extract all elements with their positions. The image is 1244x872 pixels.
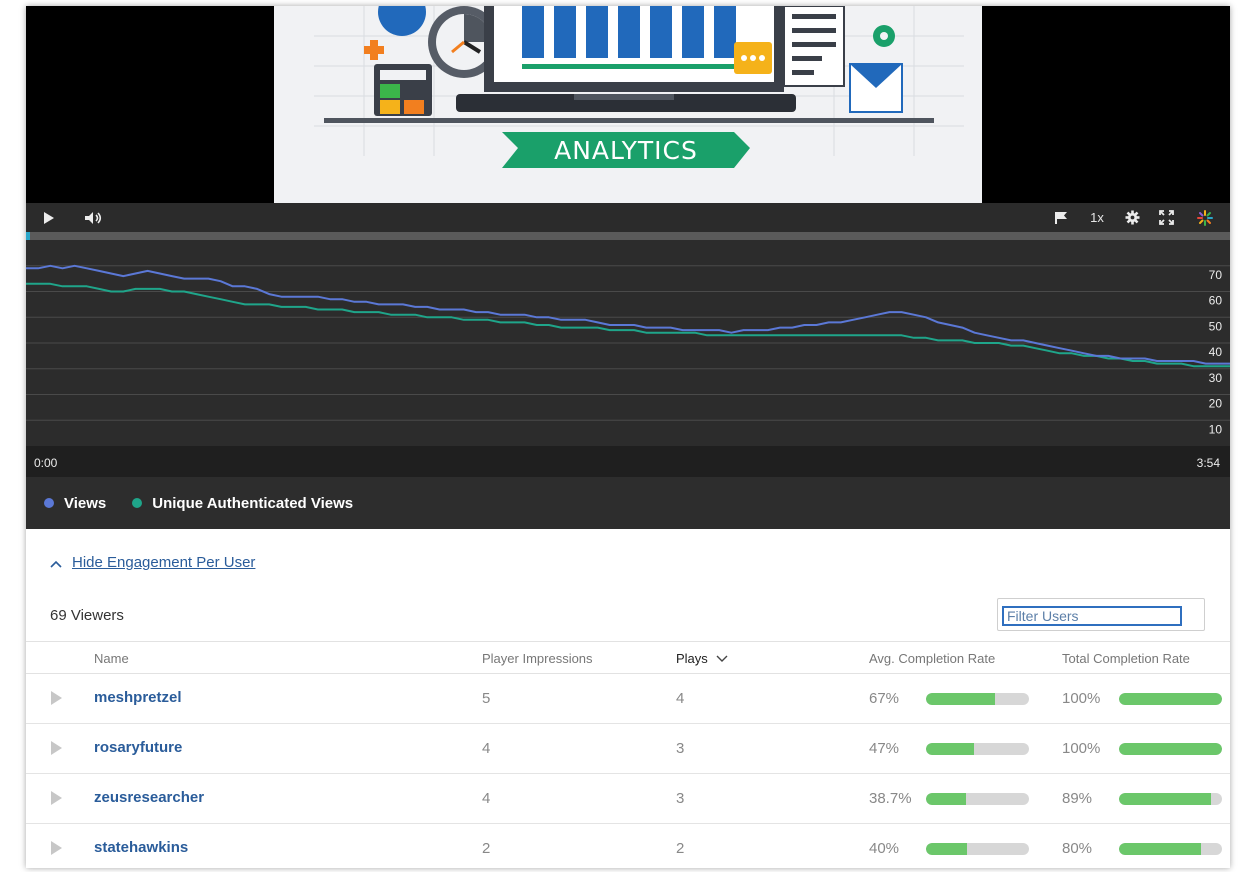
y-tick-label: 70 bbox=[1209, 268, 1223, 282]
y-tick-label: 10 bbox=[1209, 422, 1223, 436]
table-row[interactable]: rosaryfuture 4 3 47% 100% bbox=[26, 724, 1230, 774]
kaltura-logo-button[interactable] bbox=[1193, 203, 1217, 232]
chevron-down-icon bbox=[716, 655, 728, 662]
video-thumbnail: ANALYTICS bbox=[274, 6, 982, 203]
impressions-value: 4 bbox=[482, 740, 491, 757]
y-tick-label: 40 bbox=[1209, 345, 1223, 359]
total-completion-value: 100% bbox=[1062, 690, 1101, 707]
y-tick-label: 30 bbox=[1209, 371, 1223, 385]
column-header-avg-completion-rate[interactable]: Avg. Completion Rate bbox=[869, 651, 995, 666]
column-header-total-completion-rate[interactable]: Total Completion Rate bbox=[1062, 651, 1190, 666]
impressions-value: 2 bbox=[482, 840, 491, 857]
play-icon bbox=[44, 211, 54, 224]
playback-speed-button[interactable]: 1x bbox=[1084, 203, 1110, 232]
chart-time-axis: 0:00 3:54 bbox=[26, 446, 1230, 477]
volume-button[interactable] bbox=[81, 203, 105, 232]
filter-users-box bbox=[997, 598, 1205, 631]
expand-row-icon[interactable] bbox=[51, 841, 62, 855]
legend-dot-views bbox=[44, 498, 54, 508]
legend-label-unique-views: Unique Authenticated Views bbox=[152, 494, 354, 512]
chevron-up-icon bbox=[50, 555, 62, 571]
hide-engagement-link[interactable]: Hide Engagement Per User bbox=[72, 554, 255, 571]
chart-legend: Views Unique Authenticated Views bbox=[26, 477, 1230, 529]
avg-completion-bar bbox=[926, 743, 1029, 755]
time-end-label: 3:54 bbox=[1196, 456, 1220, 470]
total-completion-bar bbox=[1119, 693, 1222, 705]
video-player[interactable]: ANALYTICS bbox=[26, 6, 1230, 203]
table-row[interactable]: statehawkins 2 2 40% 80% bbox=[26, 824, 1230, 868]
user-name-link[interactable]: statehawkins bbox=[94, 839, 188, 856]
legend-item-views: Views bbox=[44, 495, 106, 512]
expand-row-icon[interactable] bbox=[51, 691, 62, 705]
avg-completion-value: 38.7% bbox=[869, 790, 912, 807]
avg-completion-value: 47% bbox=[869, 740, 900, 757]
plays-value: 4 bbox=[676, 690, 685, 707]
plays-value: 3 bbox=[676, 740, 685, 757]
settings-button[interactable] bbox=[1121, 203, 1143, 232]
plays-header-label: Plays bbox=[676, 651, 708, 666]
expand-row-icon[interactable] bbox=[51, 791, 62, 805]
avg-completion-bar bbox=[926, 793, 1029, 805]
legend-dot-unique-views bbox=[132, 498, 143, 508]
thumbnail-title: ANALYTICS bbox=[554, 136, 698, 165]
plays-value: 2 bbox=[676, 840, 685, 857]
legend-label-views: Views bbox=[64, 494, 107, 512]
flag-button[interactable] bbox=[1050, 203, 1072, 232]
impressions-value: 5 bbox=[482, 690, 491, 707]
expand-row-icon[interactable] bbox=[51, 741, 62, 755]
seek-bar[interactable] bbox=[26, 232, 1230, 240]
views-over-time-chart: 10 20 30 40 50 60 70 bbox=[26, 240, 1230, 446]
views-line bbox=[26, 264, 1230, 365]
analytics-panel: ANALYTICS 1x 10 20 30 40 50 60 70 0:00 3… bbox=[26, 6, 1230, 868]
volume-icon bbox=[85, 211, 102, 224]
gear-icon bbox=[1125, 210, 1139, 225]
total-completion-bar bbox=[1119, 843, 1222, 855]
plays-value: 3 bbox=[676, 790, 685, 807]
user-name-link[interactable]: rosaryfuture bbox=[94, 739, 182, 756]
column-header-player-impressions[interactable]: Player Impressions bbox=[482, 651, 593, 666]
column-header-plays[interactable]: Plays bbox=[676, 651, 728, 666]
seek-handle[interactable] bbox=[26, 232, 30, 240]
total-completion-value: 80% bbox=[1062, 840, 1093, 857]
total-completion-value: 100% bbox=[1062, 740, 1101, 757]
avg-completion-value: 67% bbox=[869, 690, 900, 707]
analytics-illustration: ANALYTICS bbox=[314, 6, 964, 168]
kaltura-logo-icon bbox=[1197, 209, 1213, 226]
player-controls: 1x bbox=[26, 203, 1230, 232]
filter-users-input[interactable] bbox=[1002, 606, 1182, 626]
play-button[interactable] bbox=[38, 203, 60, 232]
total-completion-bar bbox=[1119, 793, 1222, 805]
table-row[interactable]: zeusresearcher 4 3 38.7% 89% bbox=[26, 774, 1230, 824]
avg-completion-value: 40% bbox=[869, 840, 900, 857]
total-completion-value: 89% bbox=[1062, 790, 1093, 807]
total-completion-bar bbox=[1119, 743, 1222, 755]
user-name-link[interactable]: zeusresearcher bbox=[94, 789, 204, 806]
fullscreen-button[interactable] bbox=[1155, 203, 1177, 232]
y-tick-label: 50 bbox=[1209, 319, 1223, 333]
y-tick-label: 60 bbox=[1209, 294, 1223, 308]
hide-engagement-toggle[interactable]: Hide Engagement Per User bbox=[50, 554, 255, 571]
views-chart-plot: 10 20 30 40 50 60 70 bbox=[26, 264, 1230, 436]
engagement-table: Name Player Impressions Plays Avg. Compl… bbox=[26, 641, 1230, 868]
column-header-name[interactable]: Name bbox=[94, 651, 129, 666]
flag-icon bbox=[1055, 211, 1067, 224]
legend-item-unique-views: Unique Authenticated Views bbox=[132, 495, 353, 512]
time-start-label: 0:00 bbox=[34, 456, 58, 470]
table-row[interactable]: meshpretzel 5 4 67% 100% bbox=[26, 674, 1230, 724]
fullscreen-icon bbox=[1158, 210, 1174, 225]
avg-completion-bar bbox=[926, 843, 1029, 855]
user-name-link[interactable]: meshpretzel bbox=[94, 689, 182, 706]
y-tick-label: 20 bbox=[1209, 397, 1223, 411]
avg-completion-bar bbox=[926, 693, 1029, 705]
viewers-count: 69 Viewers bbox=[50, 607, 124, 624]
impressions-value: 4 bbox=[482, 790, 491, 807]
table-header: Name Player Impressions Plays Avg. Compl… bbox=[26, 641, 1230, 674]
